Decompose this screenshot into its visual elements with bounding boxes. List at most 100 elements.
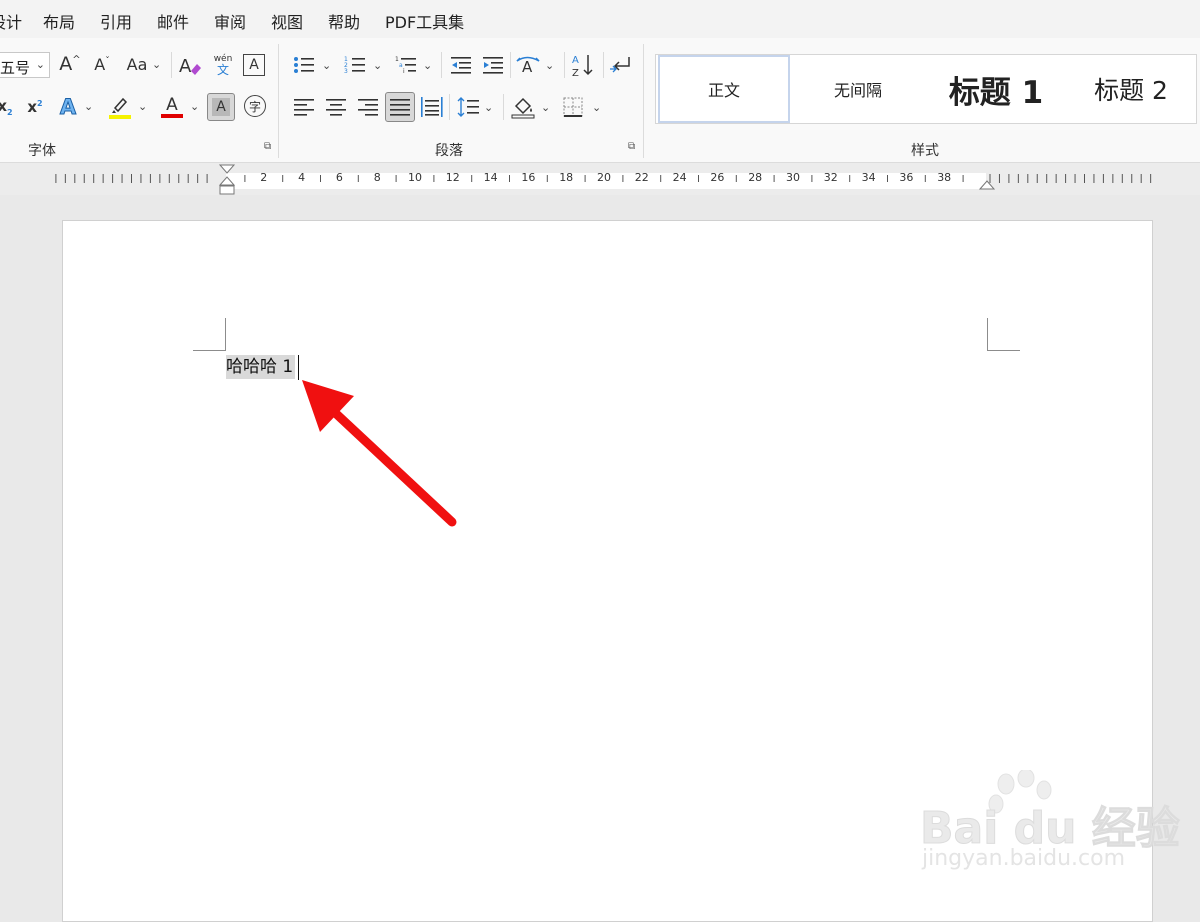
menu-layout[interactable]: 布局 — [43, 9, 75, 33]
ruler-label: 32 — [823, 171, 838, 184]
enclose-characters-button[interactable]: 字 — [244, 95, 266, 117]
style-heading-1-label: 标题 1 — [948, 74, 1044, 111]
chevron-down-icon[interactable]: ⌄ — [541, 101, 550, 114]
text-effects-button[interactable]: A — [56, 94, 80, 120]
separator — [171, 52, 172, 78]
chevron-down-icon[interactable]: ⌄ — [138, 100, 147, 113]
menu-help[interactable]: 帮助 — [328, 9, 360, 33]
ribbon: 五号 ⌄ A^ Aˇ Aa ⌄ A wén 文 A x2 x2 A ⌄ ⌄ A … — [0, 38, 1200, 163]
line-spacing-button[interactable] — [456, 95, 480, 119]
menu-mailings[interactable]: 邮件 — [157, 9, 189, 33]
character-border-button[interactable]: A — [243, 54, 265, 76]
decrease-indent-icon — [451, 57, 471, 74]
font-color-button[interactable]: A — [160, 94, 184, 120]
text-direction-button[interactable]: A — [515, 53, 541, 77]
clear-formatting-button[interactable]: A — [176, 52, 204, 78]
separator — [503, 94, 504, 120]
styles-gallery: 正文 无间隔 标题 1 标题 2 — [655, 54, 1197, 124]
grow-font-button[interactable]: A^ — [58, 52, 82, 76]
character-shading-button[interactable]: A — [207, 93, 235, 121]
multilevel-list-button[interactable]: 1 a i — [394, 53, 418, 77]
justify-button[interactable] — [385, 92, 415, 122]
menu-view[interactable]: 视图 — [271, 9, 303, 33]
chevron-down-icon[interactable]: ⌄ — [322, 59, 331, 72]
dialog-launcher-icon[interactable]: ⧉ — [264, 142, 274, 152]
dialog-launcher-icon[interactable]: ⧉ — [628, 142, 638, 152]
change-case-button[interactable]: Aa — [122, 52, 152, 76]
chevron-down-icon[interactable]: ⌄ — [592, 101, 601, 114]
ruler-label: 30 — [786, 171, 800, 184]
margin-corner-mark — [987, 318, 988, 351]
style-heading-2[interactable]: 标题 2 — [1068, 55, 1194, 123]
style-normal-label: 正文 — [707, 81, 740, 100]
group-separator — [278, 44, 279, 158]
subscript-icon: x2 — [0, 97, 13, 117]
align-center-button[interactable] — [324, 95, 348, 119]
chevron-down-icon[interactable]: ⌄ — [484, 101, 493, 114]
numbering-button[interactable]: 1 2 3 — [343, 53, 367, 77]
phonetic-guide-button[interactable]: wén 文 — [210, 50, 236, 80]
decrease-indent-button[interactable] — [450, 53, 472, 77]
style-heading-1[interactable]: 标题 1 — [926, 55, 1066, 123]
grow-font-icon: A^ — [59, 53, 81, 75]
chevron-down-icon[interactable]: ⌄ — [373, 59, 382, 72]
superscript-icon: x2 — [27, 98, 43, 116]
separator — [564, 52, 565, 78]
bullets-button[interactable] — [292, 53, 316, 77]
paragraph-group-label: 段落 — [435, 143, 463, 159]
increase-indent-button[interactable] — [482, 53, 504, 77]
align-center-icon — [326, 99, 346, 116]
show-formatting-marks-button[interactable] — [608, 53, 632, 77]
borders-button[interactable] — [561, 95, 585, 119]
menu-bar: 设计 布局 引用 邮件 审阅 视图 帮助 PDF工具集 — [0, 0, 1200, 38]
ruler-labels: 2 4 6 8 10 12 14 16 18 20 22 24 26 28 30 32 34 36 38 — [0, 171, 1200, 187]
separator — [510, 52, 511, 78]
change-case-label: Aa — [126, 54, 148, 74]
chevron-down-icon[interactable]: ⌄ — [545, 59, 554, 72]
text-effects-icon: A — [59, 95, 77, 120]
chevron-down-icon[interactable]: ⌄ — [84, 100, 93, 113]
phonetic-guide-bottom: 文 — [216, 62, 229, 77]
ruler-label: 34 — [861, 171, 876, 184]
borders-icon — [563, 97, 583, 117]
bullet-list-icon — [294, 57, 314, 73]
style-no-spacing[interactable]: 无间隔 — [792, 55, 924, 123]
chevron-down-icon[interactable]: ⌄ — [423, 59, 432, 72]
menu-references[interactable]: 引用 — [100, 9, 132, 33]
shrink-font-button[interactable]: Aˇ — [90, 52, 114, 76]
sort-button[interactable]: A Z — [570, 51, 596, 79]
menu-review[interactable]: 审阅 — [214, 9, 246, 33]
red-arrow-icon — [302, 380, 457, 527]
chevron-down-icon[interactable]: ⌄ — [152, 58, 161, 71]
font-size-combo[interactable]: 五号 ⌄ — [0, 52, 50, 78]
align-right-button[interactable] — [356, 95, 380, 119]
style-heading-2-label: 标题 2 — [1094, 76, 1168, 105]
ruler-label: 2 — [260, 171, 268, 184]
subscript-button[interactable]: x2 — [0, 94, 14, 120]
increase-indent-icon — [483, 57, 503, 74]
highlight-color-button[interactable] — [108, 94, 132, 120]
watermark-url: jingyan.baidu.com — [922, 846, 1126, 871]
superscript-button[interactable]: x2 — [24, 94, 46, 120]
shrink-font-icon: Aˇ — [94, 54, 110, 74]
ruler-label: 24 — [672, 171, 687, 184]
ruler-label: 8 — [373, 171, 381, 184]
align-left-button[interactable] — [292, 95, 316, 119]
margin-corner-mark — [225, 318, 226, 351]
svg-text:A: A — [572, 55, 579, 66]
align-left-icon — [294, 99, 314, 116]
distributed-button[interactable] — [420, 95, 444, 119]
clear-formatting-icon: A — [179, 56, 201, 77]
indent-marker-icon[interactable] — [218, 163, 236, 197]
shading-button[interactable] — [510, 94, 536, 120]
menu-pdf-tools[interactable]: PDF工具集 — [385, 9, 464, 33]
menu-design[interactable]: 设计 — [0, 9, 22, 33]
document-selected-text[interactable]: 哈哈哈 1 — [226, 355, 296, 379]
style-normal[interactable]: 正文 — [658, 55, 790, 123]
right-indent-marker-icon[interactable] — [978, 175, 996, 191]
chevron-down-icon[interactable]: ⌄ — [190, 100, 199, 113]
text-direction-icon: A — [516, 56, 540, 75]
ruler-label: 36 — [899, 171, 914, 184]
ruler-label: 38 — [937, 171, 952, 184]
ruler-label: 16 — [521, 171, 536, 184]
